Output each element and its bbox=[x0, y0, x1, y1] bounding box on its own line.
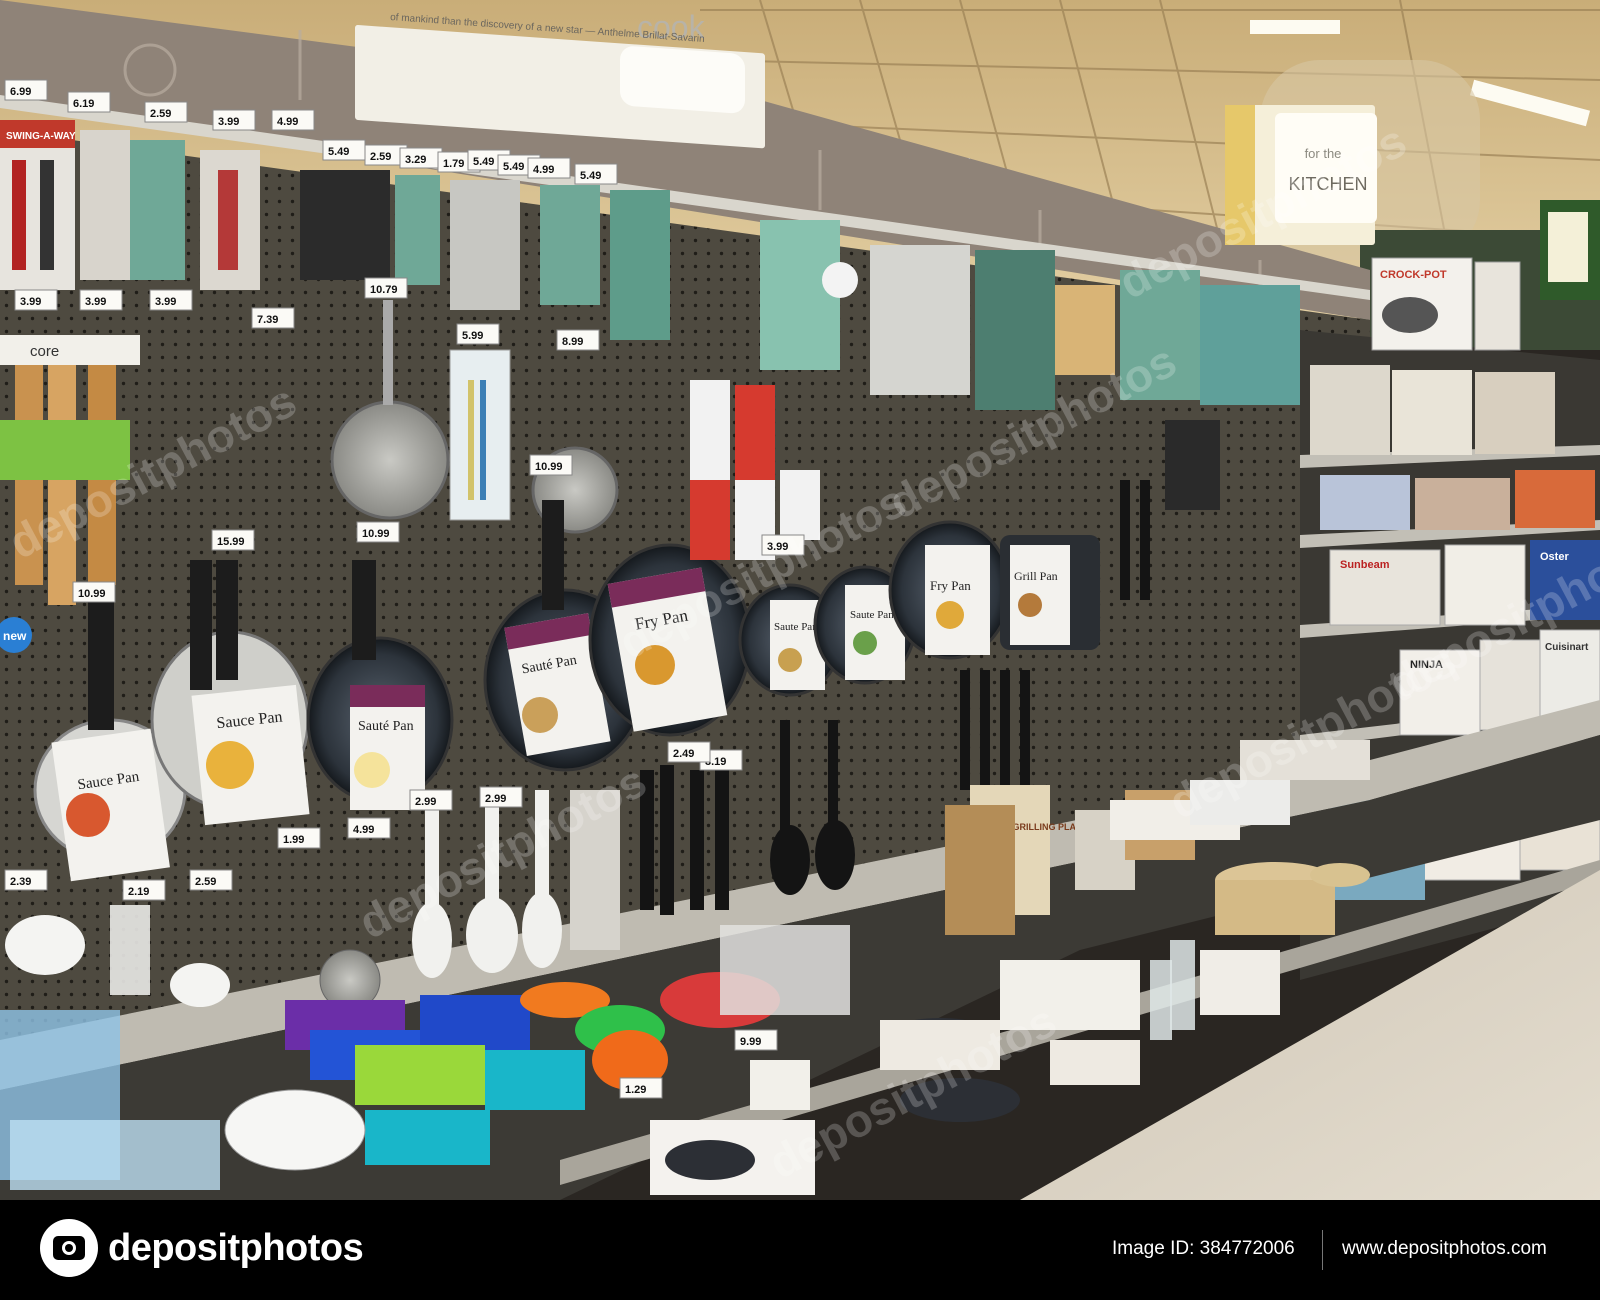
price-tag-text: 15.99 bbox=[217, 536, 245, 548]
price-tag-text: 10.99 bbox=[535, 461, 563, 473]
ceiling-light bbox=[1250, 20, 1340, 34]
price-tag-text: 4.99 bbox=[353, 824, 374, 836]
price-tag-text: 1.29 bbox=[625, 1084, 646, 1096]
depositphotos-logo[interactable]: depositphotos bbox=[40, 1219, 364, 1277]
price-tag-text: 10.79 bbox=[370, 284, 398, 296]
saute-pan-1-label: Sauté Pan bbox=[358, 719, 414, 734]
kitchen-aisle-scene: cook of mankind than the discovery of a … bbox=[0, 0, 1600, 1200]
cuisinart-label: Cuisinart bbox=[1545, 642, 1589, 653]
price-tag-text: 10.99 bbox=[362, 528, 390, 540]
oster-label: Oster bbox=[1540, 551, 1569, 563]
price-tag-text: 2.59 bbox=[195, 876, 216, 888]
price-tag-text: 5.49 bbox=[580, 170, 601, 182]
price-tag-text: 8.99 bbox=[562, 336, 583, 348]
fry-pan-2-label: Fry Pan bbox=[930, 578, 971, 593]
grill-pan-label: Grill Pan bbox=[1014, 569, 1058, 583]
footer-divider bbox=[1322, 1230, 1323, 1270]
saute-pan-3-label: Saute Pan bbox=[774, 621, 818, 633]
site-url[interactable]: www.depositphotos.com bbox=[1342, 1238, 1547, 1260]
new-badge-text: new bbox=[3, 629, 27, 643]
price-tag-text: 3.29 bbox=[405, 154, 426, 166]
price-tag-text: 2.49 bbox=[673, 748, 694, 760]
price-tag-text: 3.99 bbox=[218, 116, 239, 128]
price-tag-text: 1.99 bbox=[283, 834, 304, 846]
price-tag-text: 6.99 bbox=[10, 86, 31, 98]
price-tag-text: 2.99 bbox=[485, 793, 506, 805]
price-tag-text: 5.49 bbox=[473, 156, 494, 168]
core-label: core bbox=[30, 343, 59, 360]
price-tag-text: 2.39 bbox=[10, 876, 31, 888]
price-tag-text: 4.99 bbox=[277, 116, 298, 128]
price-tag-text: 6.19 bbox=[73, 98, 94, 110]
camera-logo-icon bbox=[40, 1219, 98, 1277]
sunbeam-label: Sunbeam bbox=[1340, 559, 1390, 571]
price-tag-text: 2.99 bbox=[415, 796, 436, 808]
price-tag-text: 5.49 bbox=[328, 146, 349, 158]
price-tag-text: 5.49 bbox=[503, 161, 524, 173]
price-tag-text: 5.99 bbox=[462, 330, 483, 342]
store-photo: cook of mankind than the discovery of a … bbox=[0, 0, 1600, 1200]
price-tag-text: 3.99 bbox=[155, 296, 176, 308]
green-sign-panel bbox=[1548, 212, 1588, 282]
price-tag-text: 4.99 bbox=[533, 164, 554, 176]
swing-a-way-label: SWING-A-WAY bbox=[6, 131, 76, 142]
price-tag-text: 1.79 bbox=[443, 158, 464, 170]
crock-pot-label: CROCK-POT bbox=[1380, 269, 1447, 281]
price-tag-text: 2.19 bbox=[128, 886, 149, 898]
image-id: Image ID: 384772006 bbox=[1112, 1238, 1295, 1259]
price-tag-text: 2.59 bbox=[150, 108, 171, 120]
stock-photo-footer: depositphotos Image ID: 384772006 www.de… bbox=[0, 1200, 1600, 1300]
price-tag-text: 9.99 bbox=[740, 1036, 761, 1048]
saute-pan-4-label: Saute Pan bbox=[850, 609, 894, 621]
logo-text: depositphotos bbox=[108, 1226, 364, 1269]
price-tag-text: 10.99 bbox=[78, 588, 106, 600]
price-tag-text: 3.99 bbox=[85, 296, 106, 308]
price-tag-text: 3.99 bbox=[20, 296, 41, 308]
price-tag-text: 7.39 bbox=[257, 314, 278, 326]
price-tag-text: 2.59 bbox=[370, 151, 391, 163]
